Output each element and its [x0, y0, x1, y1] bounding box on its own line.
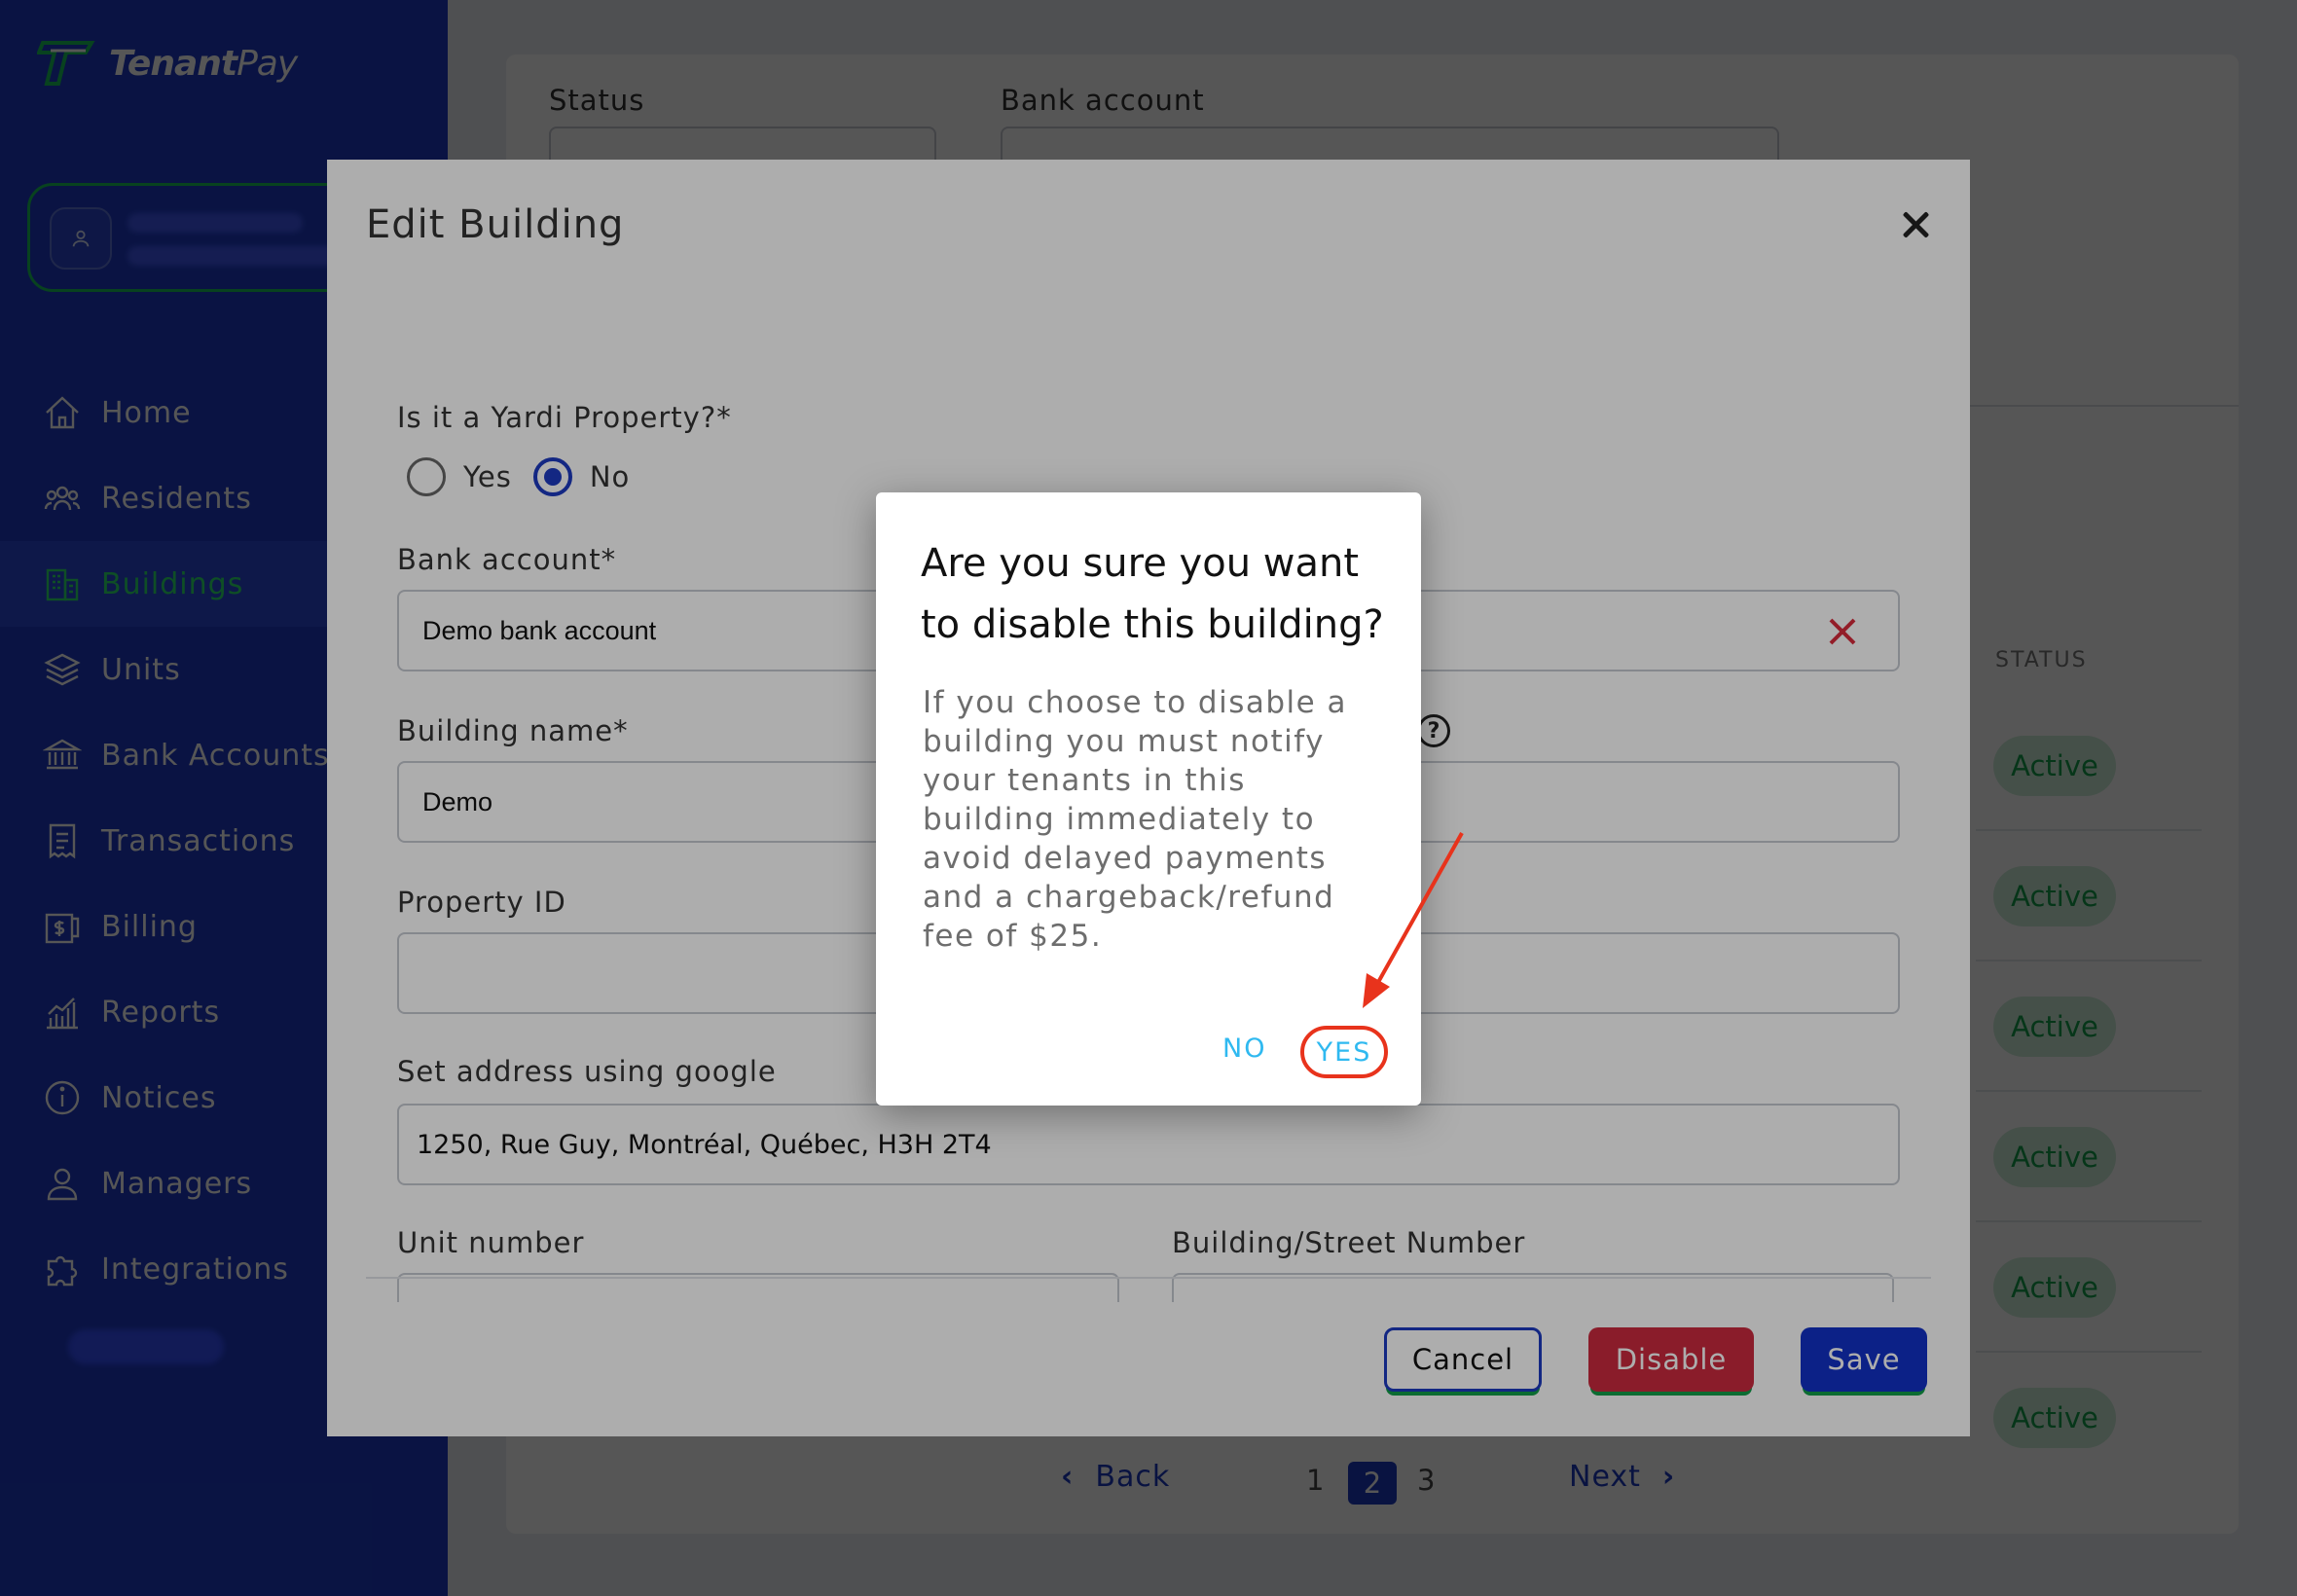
yes-button[interactable]: YES: [1300, 1026, 1388, 1078]
dialog-message: If you choose to disable a building you …: [923, 685, 1348, 954]
no-button[interactable]: NO: [1222, 1034, 1266, 1064]
dialog-title: Are you sure you want to disable this bu…: [921, 541, 1384, 647]
confirm-disable-dialog: Are you sure you want to disable this bu…: [876, 492, 1421, 1106]
annotation-arrow-icon: [1363, 832, 1464, 1008]
